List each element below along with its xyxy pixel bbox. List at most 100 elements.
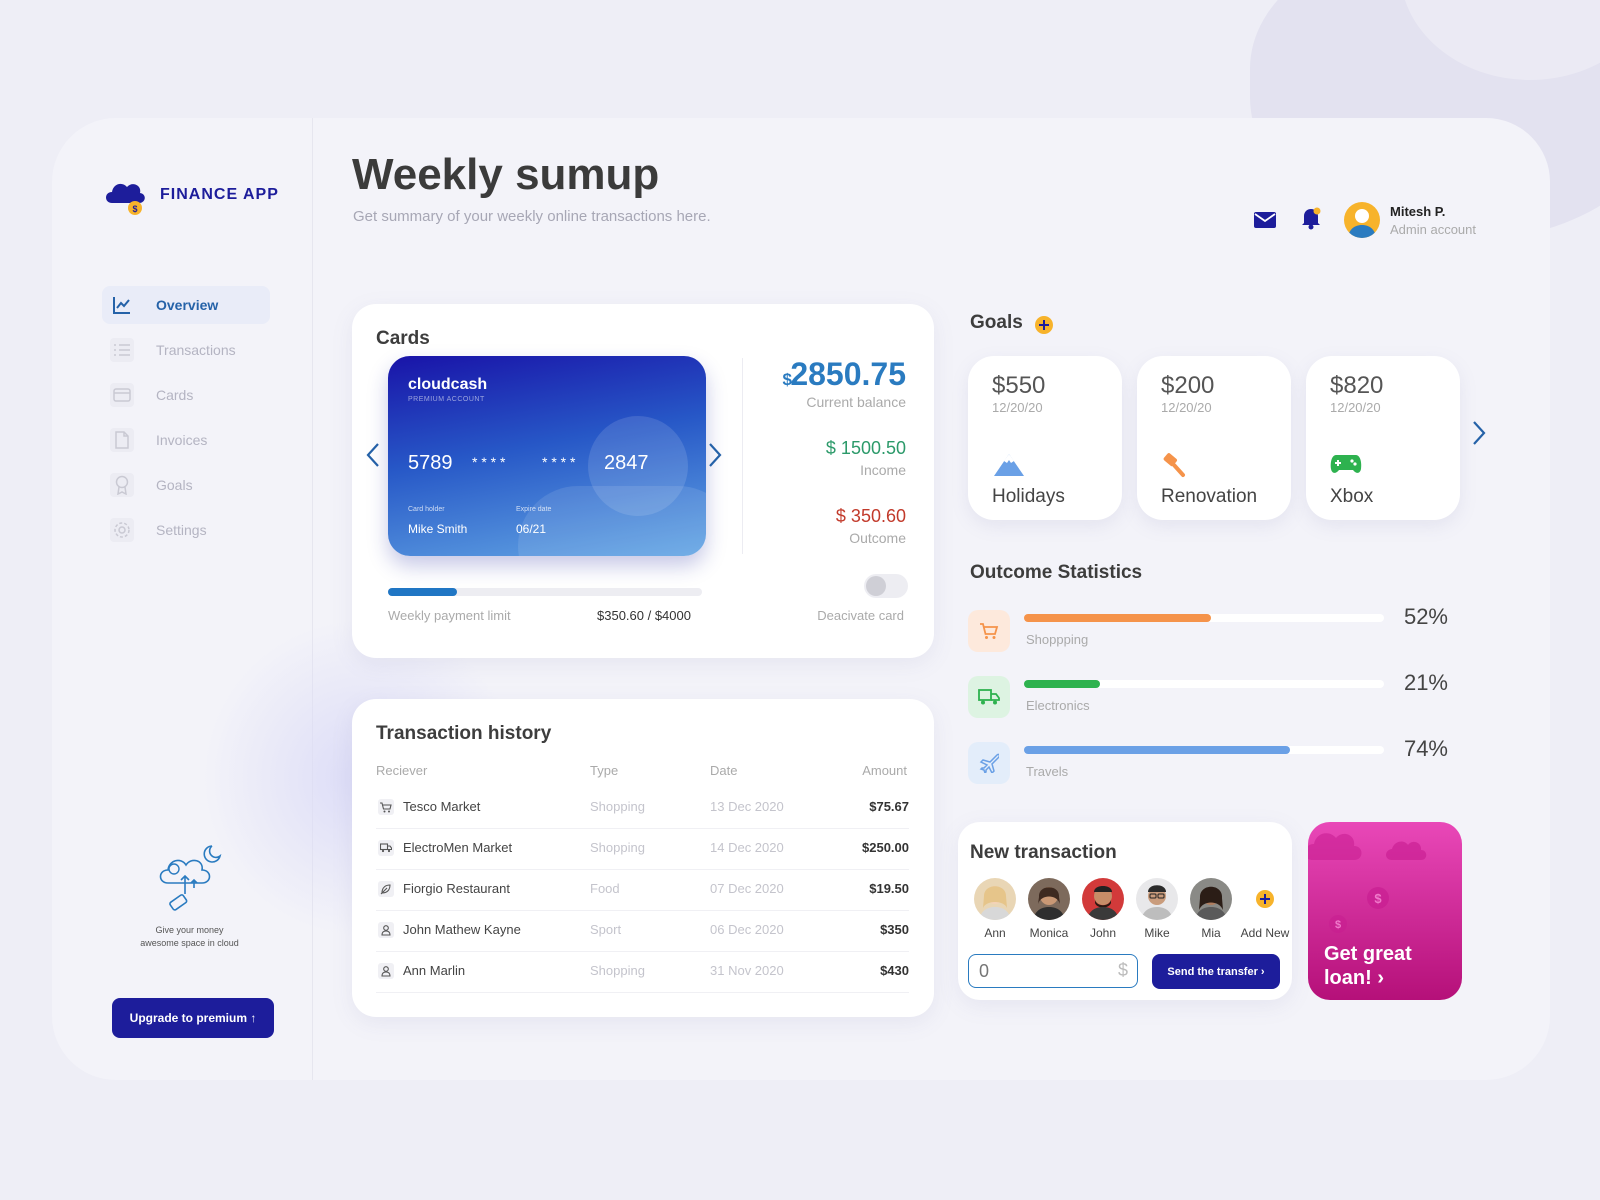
chevron-right-icon[interactable] (708, 442, 722, 473)
credit-card[interactable]: cloudcash PREMIUM ACCOUNT 5789 * * * * *… (388, 356, 706, 556)
stat-bar-fill (1024, 680, 1100, 688)
loan-text-line: Get great (1324, 943, 1412, 965)
plus-icon (1244, 878, 1286, 920)
toggle-knob (866, 576, 886, 596)
plane-icon (968, 742, 1010, 784)
user-info: Mitesh P. Admin account (1390, 204, 1476, 237)
goal-name: Xbox (1330, 486, 1374, 507)
recipient-name: Mike (1144, 926, 1170, 940)
table-row[interactable]: Tesco Market Shopping 13 Dec 2020 $75.67 (376, 787, 909, 829)
goals-title: Goals (970, 312, 1023, 333)
sidebar-item-invoices[interactable]: Invoices (102, 421, 312, 459)
stat-row-travels: Travels 74% (968, 736, 1448, 792)
sidebar-item-overview[interactable]: Overview (102, 286, 270, 324)
outcome-statistics-title: Outcome Statistics (970, 562, 1143, 583)
cards-panel: Cards cloudcash PREMIUM ACCOUNT 5789 * *… (352, 304, 934, 658)
recipient-name: Mia (1201, 926, 1221, 940)
app-window: $ FINANCE APP Overview Transactions Card… (52, 118, 1550, 1080)
card-holder-label: Card holder (408, 506, 445, 513)
amount-input[interactable] (968, 954, 1138, 988)
upgrade-button[interactable]: Upgrade to premium ↑ (112, 998, 274, 1038)
card-tier: PREMIUM ACCOUNT (408, 396, 485, 403)
avatar (1190, 878, 1232, 920)
user-role: Admin account (1390, 221, 1476, 237)
recipient-name: Monica (1029, 926, 1069, 940)
recipient-name: Ann (984, 926, 1006, 940)
transaction-amount: $19.50 (869, 881, 909, 896)
table-row[interactable]: Ann Marlin Shopping 31 Nov 2020 $430 (376, 951, 909, 993)
stat-bar (1024, 746, 1384, 754)
truck-icon (378, 840, 394, 856)
currency-symbol: $ (1118, 960, 1129, 980)
send-transfer-button[interactable]: Send the transfer › (1152, 954, 1280, 989)
cart-icon (968, 610, 1010, 652)
goal-name: Renovation (1161, 486, 1258, 507)
recipient-john[interactable]: John (1076, 878, 1130, 940)
goal-card[interactable]: $550 12/20/20 Holidays (968, 356, 1122, 520)
add-goal-icon[interactable] (1034, 315, 1054, 340)
mountain-icon (992, 452, 1026, 483)
sidebar-item-transactions[interactable]: Transactions (102, 331, 312, 369)
truck-icon (968, 676, 1010, 718)
sidebar-item-label: Cards (156, 387, 194, 403)
chevron-right-icon[interactable] (1472, 420, 1486, 451)
premium-promo: Give your money awesome space in cloud (102, 838, 277, 949)
sidebar-item-label: Overview (156, 297, 219, 313)
table-row[interactable]: Fiorgio Restaurant Food 07 Dec 2020 $19.… (376, 869, 909, 911)
list-icon (110, 338, 134, 362)
user-icon (378, 922, 394, 938)
mail-icon[interactable] (1254, 211, 1276, 233)
transaction-date: 31 Nov 2020 (710, 963, 784, 978)
stat-percent: 52% (1403, 604, 1448, 629)
card-brand: cloudcash (408, 376, 488, 393)
avatar (974, 878, 1016, 920)
sidebar: $ FINANCE APP Overview Transactions Card… (52, 118, 522, 1080)
stat-bar (1024, 680, 1384, 688)
current-balance: 2850.75 (790, 356, 906, 392)
add-recipient-button[interactable]: Add New (1238, 878, 1292, 940)
deactivate-card-label: Deacivate card (817, 608, 904, 623)
goal-name: Holidays (992, 486, 1065, 507)
recipient-ann[interactable]: Ann (968, 878, 1022, 940)
transaction-type: Shopping (590, 963, 645, 978)
goal-date: 12/20/20 (1330, 400, 1381, 415)
goal-date: 12/20/20 (1161, 400, 1212, 415)
loan-text: Get great loan! › (1324, 942, 1454, 990)
chevron-left-icon[interactable] (366, 442, 380, 473)
recipient-mia[interactable]: Mia (1184, 878, 1238, 940)
recipient-monica[interactable]: Monica (1022, 878, 1076, 940)
sidebar-item-goals[interactable]: Goals (102, 466, 312, 504)
payment-limit-bar (388, 588, 702, 596)
goal-card[interactable]: $820 12/20/20 Xbox (1306, 356, 1460, 520)
outcome-value: $ 350.60 (835, 506, 906, 526)
table-row[interactable]: ElectroMen Market Shopping 14 Dec 2020 $… (376, 828, 909, 870)
loan-promo-card[interactable]: $ $ Get great loan! › (1308, 822, 1462, 1000)
sidebar-item-cards[interactable]: Cards (102, 376, 312, 414)
promo-text-line: Give your money (155, 925, 224, 935)
stat-bar-fill (1024, 746, 1291, 754)
sidebar-item-settings[interactable]: Settings (102, 511, 312, 549)
user-icon (378, 963, 394, 979)
award-icon (110, 473, 134, 497)
avatar[interactable] (1344, 202, 1380, 238)
recipient-mike[interactable]: Mike (1130, 878, 1184, 940)
column-header: Reciever (376, 763, 428, 778)
sidebar-nav: Overview Transactions Cards Invoices Goa… (102, 286, 312, 556)
avatar (1136, 878, 1178, 920)
receiver-name: Ann Marlin (403, 963, 466, 978)
goal-card[interactable]: $200 12/20/20 Renovation (1137, 356, 1291, 520)
new-transaction-title: New transaction (970, 842, 1117, 863)
column-header: Amount (862, 763, 907, 778)
transaction-date: 13 Dec 2020 (710, 799, 784, 814)
recipient-list: Ann Monica John Mike Mia Add New (968, 878, 1292, 940)
sidebar-item-label: Transactions (156, 342, 236, 358)
user-name: Mitesh P. (1390, 203, 1446, 219)
bell-icon[interactable] (1300, 206, 1322, 235)
app-logo[interactable]: $ FINANCE APP (102, 173, 279, 217)
transaction-date: 07 Dec 2020 (710, 881, 784, 896)
transaction-history-panel: Transaction history Reciever Type Date A… (352, 699, 934, 1017)
deactivate-card-toggle[interactable] (864, 574, 908, 598)
goal-amount: $200 (1161, 372, 1215, 399)
table-row[interactable]: John Mathew Kayne Sport 06 Dec 2020 $350 (376, 910, 909, 952)
svg-text:$: $ (1335, 919, 1341, 931)
